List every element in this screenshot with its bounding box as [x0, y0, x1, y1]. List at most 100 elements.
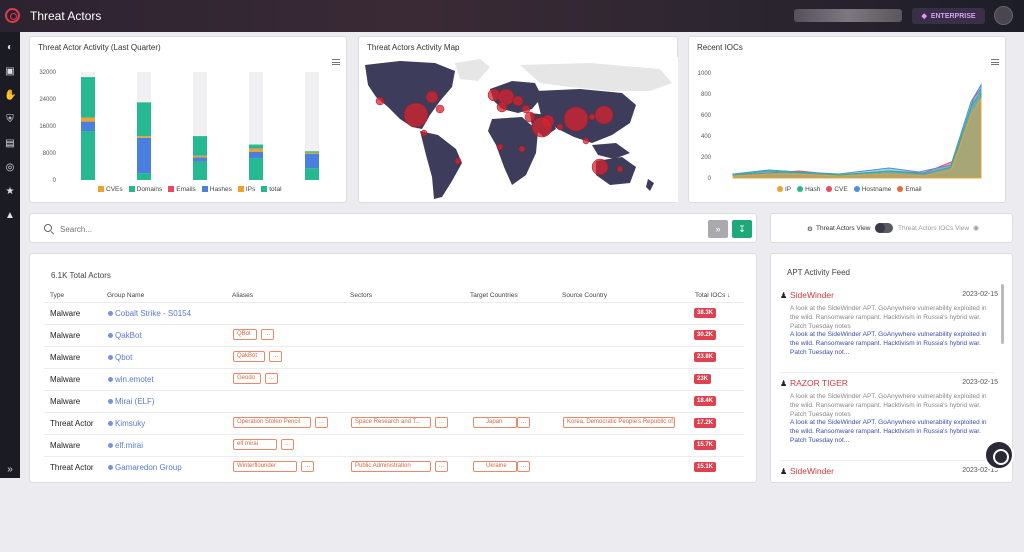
- sector-tag[interactable]: Public Administration: [351, 461, 431, 472]
- country-tag[interactable]: Japan: [473, 417, 517, 428]
- feed-item[interactable]: ♟ SideWinder 2023-02-15 A look at the SideW…: [780, 290, 998, 376]
- feed-item[interactable]: ♟ RAZOR TIGER 2023-02-15 A look at the Side…: [780, 378, 998, 464]
- table-row[interactable]: Malware Mirai (ELF) 18.4K: [44, 390, 744, 410]
- monitor-icon[interactable]: ▤: [4, 138, 16, 150]
- bar-segment-total: [193, 136, 207, 156]
- bubble-usa-east: [435, 104, 445, 114]
- col-header-source-country[interactable]: Source Country: [562, 292, 607, 299]
- country-more-tag[interactable]: ...: [517, 461, 531, 472]
- actor-group-link[interactable]: Qbot: [108, 353, 132, 362]
- col-header-total-iocs[interactable]: Total IOCs ↓: [695, 292, 730, 299]
- user-account-name[interactable]: [794, 9, 902, 22]
- feed-summary: A look at the SideWinder APT. GoAnywhere…: [790, 393, 987, 418]
- table-row[interactable]: Malware win.emotet Geodo... 23K: [44, 368, 744, 388]
- alias-tag[interactable]: QakBot: [233, 351, 265, 362]
- col-header-type[interactable]: Type: [50, 292, 64, 299]
- legend-item[interactable]: Hostname: [853, 186, 891, 193]
- col-header-sectors[interactable]: Sectors: [350, 292, 372, 299]
- sector-tag[interactable]: Space Research and T...: [351, 417, 431, 428]
- recent-iocs-area-chart: 1000 800 600 400 200 0: [698, 71, 982, 182]
- threat-actor-icon[interactable]: ▲: [4, 210, 16, 222]
- feed-actor-name[interactable]: RAZOR TIGER: [790, 378, 848, 388]
- legend-item[interactable]: IP: [777, 186, 791, 193]
- radar-icon[interactable]: ◎: [4, 162, 16, 174]
- view-toggle-switch[interactable]: [875, 223, 893, 233]
- expand-sidebar-icon[interactable]: »: [4, 464, 16, 476]
- legend-item[interactable]: Hash: [797, 186, 820, 193]
- legend-item[interactable]: Email: [897, 186, 922, 193]
- sector-more-tag[interactable]: ...: [435, 461, 449, 472]
- sector-more-tag[interactable]: ...: [435, 417, 449, 428]
- next-button[interactable]: »: [708, 220, 728, 238]
- table-row[interactable]: Malware Cobalt Strike - S0154 38.3K: [44, 302, 744, 322]
- feed-actor-name[interactable]: SideWinder: [790, 290, 834, 300]
- avatar[interactable]: [994, 6, 1013, 25]
- source-country-tag[interactable]: Korea, Democratic People's Republic of..…: [563, 417, 675, 428]
- alias-tag[interactable]: QBot: [233, 329, 257, 340]
- legend-item[interactable]: IPs: [237, 186, 255, 193]
- feed-summary-link[interactable]: A look at the SideWinder APT. GoAnywhere…: [790, 330, 995, 357]
- table-row[interactable]: Malware Qbot QakBot... 23.8K: [44, 346, 744, 366]
- help-button[interactable]: [984, 440, 1014, 470]
- actor-group-link[interactable]: Mirai (ELF): [108, 397, 155, 406]
- bar-segment-hashes: [305, 154, 319, 169]
- col-header-aliases[interactable]: Aliases: [232, 292, 253, 299]
- table-row[interactable]: Malware QakBot QBot... 30.2K: [44, 324, 744, 344]
- legend-item[interactable]: Domains: [128, 186, 162, 193]
- threat-actors-iocs-view-label[interactable]: Threat Actors IOCs View: [898, 225, 969, 232]
- scan-icon[interactable]: ▣: [4, 66, 16, 78]
- apt-feed-title: APT Activity Feed: [787, 268, 850, 277]
- bubble-india: [556, 123, 564, 131]
- alias-more-tag[interactable]: ...: [269, 351, 283, 362]
- country-more-tag[interactable]: ...: [517, 417, 531, 428]
- country-tag[interactable]: Ukraine: [473, 461, 517, 472]
- actor-group-link[interactable]: Gamaredon Group: [108, 463, 182, 472]
- search-input[interactable]: [60, 222, 560, 236]
- actor-group-link[interactable]: Kimsuky: [108, 419, 145, 428]
- table-row[interactable]: Threat Actor Gamaredon Group Winterflounde…: [44, 456, 744, 476]
- bubble-southeast-asia: [582, 137, 590, 145]
- enterprise-badge[interactable]: ◆ ENTERPRISE: [912, 8, 985, 24]
- alias-tag[interactable]: Geodo: [233, 373, 261, 384]
- legend-item[interactable]: CVEs: [98, 186, 123, 193]
- legend-item[interactable]: Hashes: [201, 186, 232, 193]
- bar-segment-ips: [305, 152, 319, 155]
- world-map[interactable]: [360, 57, 678, 202]
- threat-actors-view-label[interactable]: Threat Actors View: [816, 225, 870, 232]
- y-tick-label: 16000: [39, 124, 56, 130]
- col-header-group-name[interactable]: Group Name: [107, 292, 144, 299]
- feed-item[interactable]: ♟ SideWinder 2023-02-15: [780, 466, 998, 552]
- feed-actor-name[interactable]: SideWinder: [790, 466, 834, 476]
- alias-more-tag[interactable]: ...: [261, 329, 275, 340]
- shield-icon[interactable]: ⛨: [4, 114, 16, 126]
- actor-group-link[interactable]: win.emotet: [108, 375, 154, 384]
- y-tick-label: 200: [701, 155, 712, 161]
- actor-group-link[interactable]: elf.mirai: [108, 441, 143, 450]
- nodes-icon[interactable]: ★: [4, 186, 16, 198]
- alias-more-tag[interactable]: ...: [281, 439, 295, 450]
- table-row[interactable]: Threat Actor Kimsuky Operation Stolen Penc…: [44, 412, 744, 432]
- actor-type: Threat Actor: [50, 463, 94, 472]
- legend-item[interactable]: CVE: [826, 186, 848, 193]
- alias-tag[interactable]: elf mirai: [233, 439, 277, 450]
- alias-tag[interactable]: Operation Stolen Pencil: [233, 417, 311, 428]
- actor-group-link[interactable]: QakBot: [108, 331, 142, 340]
- alias-more-tag[interactable]: ...: [315, 417, 329, 428]
- view-toggle-card: ⚙ Threat Actors View Threat Actors IOCs …: [770, 213, 1013, 243]
- total-iocs-badge: 15.7K: [694, 440, 717, 450]
- feed-scrollbar[interactable]: [1001, 284, 1004, 344]
- col-header-target-countries[interactable]: Target Countries: [470, 292, 518, 299]
- actor-group-link[interactable]: Cobalt Strike - S0154: [108, 309, 191, 318]
- table-row[interactable]: Malware elf.mirai elf mirai... 15.7K: [44, 434, 744, 454]
- feed-summary-link[interactable]: A look at the SideWinder APT. GoAnywhere…: [790, 418, 995, 445]
- legend-item[interactable]: total: [261, 186, 282, 193]
- dashboard-icon[interactable]: ◐: [4, 42, 16, 54]
- bar-segment-hashes: [81, 121, 95, 132]
- hand-icon[interactable]: ✋: [4, 90, 16, 102]
- app-logo-icon[interactable]: [5, 8, 20, 23]
- alias-more-tag[interactable]: ...: [301, 461, 315, 472]
- alias-more-tag[interactable]: ...: [265, 373, 279, 384]
- download-button[interactable]: ↧: [732, 220, 752, 238]
- alias-tag[interactable]: Winterflounder: [233, 461, 297, 472]
- legend-item[interactable]: Emails: [168, 186, 196, 193]
